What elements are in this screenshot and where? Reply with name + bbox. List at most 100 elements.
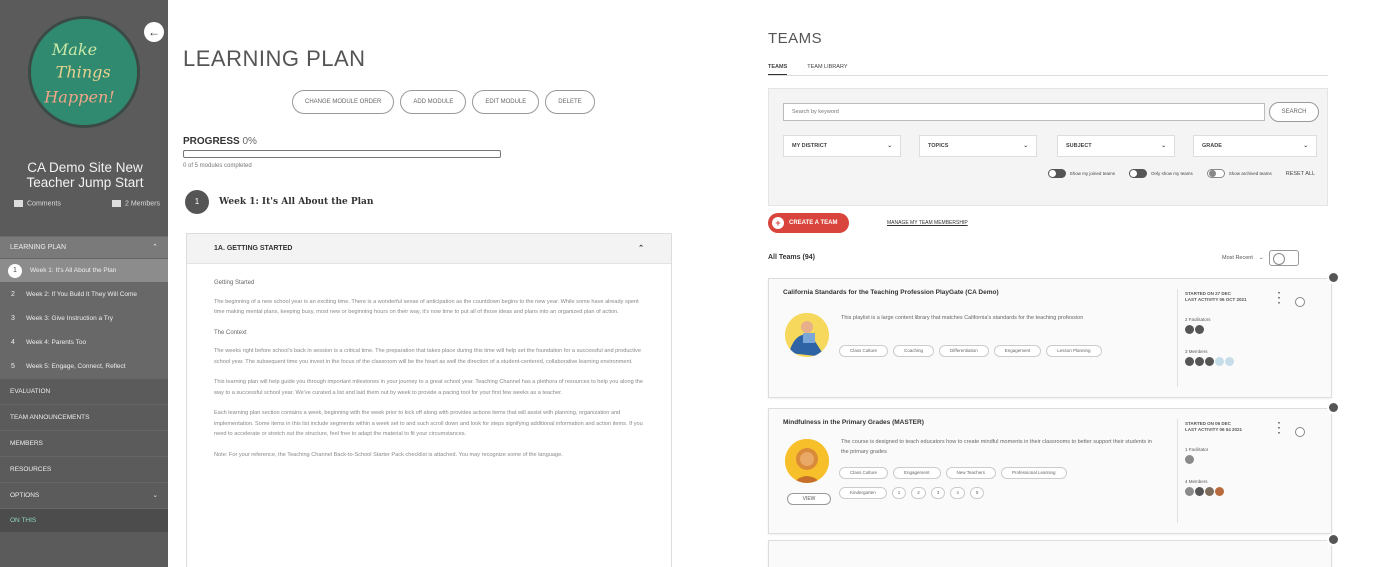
avatar[interactable]: [1195, 357, 1204, 366]
sort-control[interactable]: Most Recent ⌄: [1222, 250, 1300, 266]
subject-dropdown[interactable]: SUBJECT ⌄: [1057, 135, 1175, 157]
tag-chip[interactable]: Class Culture: [839, 467, 889, 479]
change-module-order-button[interactable]: CHANGE MODULE ORDER: [292, 90, 395, 114]
topics-dropdown[interactable]: TOPICS ⌄: [919, 135, 1037, 157]
sort-label: Most Recent: [1222, 255, 1253, 261]
team-last-activity: LAST ACTIVITY 06 04 2021: [1185, 427, 1243, 432]
member-avatars: [1185, 487, 1224, 496]
team-dates: STARTED ON 06 DEC LAST ACTIVITY 06 04 20…: [1185, 421, 1242, 433]
avatar[interactable]: [1205, 487, 1214, 496]
facilitator-avatars: [1185, 455, 1194, 464]
more-options-icon[interactable]: ⋮: [1272, 420, 1286, 434]
collapse-sidebar-button[interactable]: ←: [144, 22, 164, 42]
avatar[interactable]: [1215, 487, 1224, 496]
toggle-archived-teams[interactable]: Show archived teams: [1206, 169, 1272, 178]
team-tags: Class Culture Engagement New Teachers Pr…: [839, 467, 1139, 479]
tag-chip[interactable]: Engagement: [893, 467, 941, 479]
avatar[interactable]: [1195, 487, 1204, 496]
edit-module-button[interactable]: EDIT MODULE: [472, 90, 540, 114]
module-header[interactable]: 1A. GETTING STARTED ⌃: [187, 234, 671, 264]
team-title[interactable]: California Standards for the Teaching Pr…: [783, 289, 999, 296]
team-title[interactable]: Mindfulness in the Primary Grades (MASTE…: [783, 419, 924, 426]
sidebar-week-1[interactable]: 1 Week 1: It's All About the Plan: [0, 258, 168, 282]
tag-chip[interactable]: Engagement: [993, 345, 1042, 357]
sidebar-bottom-link[interactable]: ON THIS: [0, 508, 168, 532]
toggle-my-teams[interactable]: Only show my teams: [1128, 169, 1193, 178]
team-image-art: [785, 313, 829, 357]
tag-chip[interactable]: Professional Learning: [1000, 467, 1067, 479]
tag-chip[interactable]: 1: [891, 487, 907, 499]
tag-chip[interactable]: Differentiation: [939, 345, 989, 357]
sidebar-item-options[interactable]: OPTIONS ⌄: [0, 482, 168, 508]
sidebar-week-4[interactable]: 4 Week 4: Parents Too: [0, 330, 168, 354]
week-label: Week 4: Parents Too: [26, 339, 87, 346]
more-options-icon[interactable]: ⋮: [1272, 290, 1286, 304]
avatar[interactable]: [1195, 325, 1204, 334]
tag-chip[interactable]: Coaching: [893, 345, 935, 357]
reset-all-link[interactable]: RESET ALL: [1286, 171, 1315, 177]
facilitators-label: 2 Facilitators: [1185, 317, 1211, 322]
plus-icon: +: [772, 217, 784, 229]
search-button[interactable]: SEARCH: [1269, 102, 1319, 122]
district-dropdown[interactable]: MY DISTRICT ⌄: [783, 135, 901, 157]
chevron-up-icon: ⌃: [638, 245, 644, 252]
module-paragraph: Each learning plan section contains a we…: [214, 410, 643, 437]
avatar[interactable]: [1205, 357, 1214, 366]
sidebar-item-members[interactable]: MEMBERS: [0, 430, 168, 456]
sidebar-item-evaluation[interactable]: EVALUATION: [0, 378, 168, 404]
sidebar-item-label: TEAM ANNOUNCEMENTS: [10, 414, 90, 421]
avatar[interactable]: [1185, 487, 1194, 496]
grade-dropdown[interactable]: GRADE ⌄: [1193, 135, 1317, 157]
delete-button[interactable]: DELETE: [545, 90, 595, 114]
week-number-badge: 1: [185, 190, 209, 214]
week-number: 2: [11, 290, 15, 298]
avatar[interactable]: [1185, 325, 1194, 334]
site-meta: Comments 2 Members: [14, 200, 160, 207]
avatar[interactable]: [1185, 455, 1194, 464]
select-radio[interactable]: [1295, 427, 1305, 437]
members-link[interactable]: 2 Members: [111, 200, 160, 207]
team-card[interactable]: Mindfulness in the Primary Grades (MASTE…: [768, 401, 1340, 534]
sidebar-week-5[interactable]: 5 Week 5: Engage, Connect, Reflect: [0, 354, 168, 378]
site-logo: Make Things Happen!: [28, 16, 140, 128]
tag-chip[interactable]: 5: [969, 487, 985, 499]
members-label: 3 Members: [1185, 349, 1208, 354]
tag-chip[interactable]: 3: [930, 487, 946, 499]
team-card[interactable]: [768, 533, 1340, 567]
sidebar-nav: LEARNING PLAN ⌃ 1 Week 1: It's All About…: [0, 236, 168, 532]
create-team-button[interactable]: + CREATE A TEAM: [768, 213, 850, 233]
module-paragraph: The beginning of a new school year is an…: [214, 298, 639, 316]
tag-chip[interactable]: 2: [911, 487, 926, 499]
tag-chip[interactable]: 4: [950, 487, 965, 499]
avatar[interactable]: [1185, 357, 1194, 366]
view-button[interactable]: VIEW: [787, 493, 831, 505]
sidebar-item-resources[interactable]: RESOURCES: [0, 456, 168, 482]
create-team-label: CREATE A TEAM: [789, 220, 838, 226]
tag-chip[interactable]: Lesson Planning: [1046, 345, 1102, 357]
tag-chip[interactable]: New Teachers: [945, 467, 996, 479]
tag-chip[interactable]: Kindergarten: [839, 487, 887, 499]
module-title: 1A. GETTING STARTED: [214, 245, 293, 252]
manage-membership-link[interactable]: MANAGE MY TEAM MEMBERSHIP: [887, 220, 968, 226]
logo-line-1: Make: [51, 40, 97, 59]
page-title: LEARNING PLAN: [183, 46, 366, 71]
status-badge: [1327, 533, 1340, 546]
team-card[interactable]: California Standards for the Teaching Pr…: [768, 271, 1340, 398]
comments-link[interactable]: Comments: [14, 200, 61, 207]
sidebar-week-3[interactable]: 3 Week 3: Give Instruction a Try: [0, 306, 168, 330]
sidebar-item-team-announcements[interactable]: TEAM ANNOUNCEMENTS: [0, 404, 168, 430]
select-radio[interactable]: [1295, 297, 1305, 307]
toggle-joined-teams[interactable]: Show my joined teams: [1047, 169, 1115, 178]
sidebar-item-learning-plan[interactable]: LEARNING PLAN ⌃: [0, 236, 168, 258]
avatar[interactable]: [1215, 357, 1224, 366]
dropdown-label: GRADE: [1202, 143, 1222, 149]
module-subheading: The Context: [214, 329, 247, 336]
tag-chip[interactable]: Class Culture: [839, 345, 889, 357]
sidebar-week-2[interactable]: 2 Week 2: If You Build It They Will Come: [0, 282, 168, 306]
search-input[interactable]: [783, 103, 1265, 121]
week-number: 4: [11, 338, 15, 346]
progress-summary: 0 of 5 modules completed: [183, 163, 252, 169]
add-module-button[interactable]: ADD MODULE: [400, 90, 467, 114]
avatar[interactable]: [1225, 357, 1234, 366]
view-toggle-icon[interactable]: [1269, 250, 1300, 266]
